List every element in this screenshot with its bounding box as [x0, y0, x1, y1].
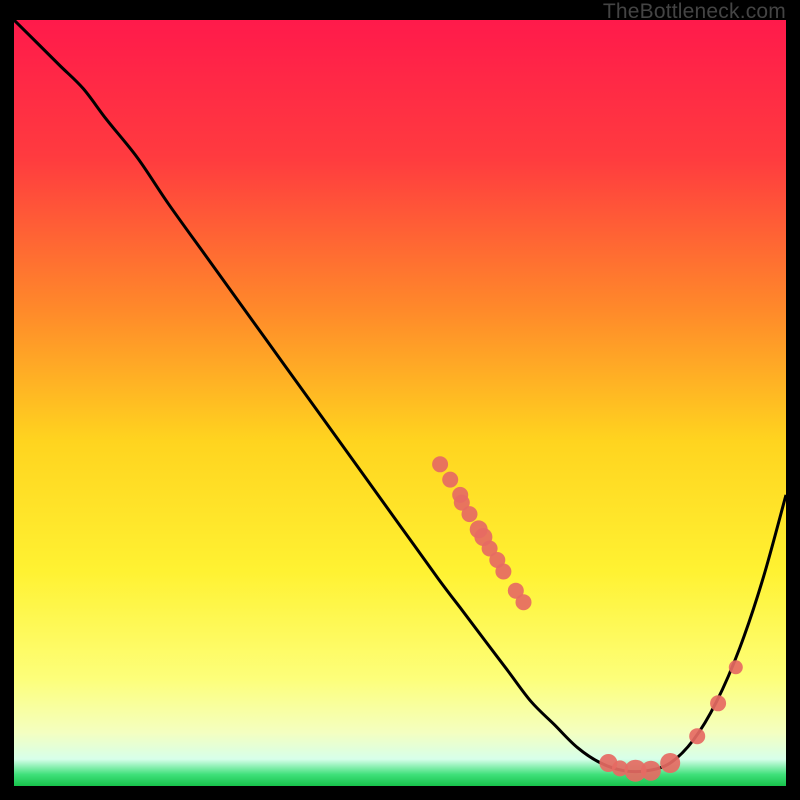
- chart-frame: [14, 20, 786, 786]
- data-marker: [660, 753, 680, 773]
- data-marker: [516, 594, 532, 610]
- watermark-text: TheBottleneck.com: [603, 0, 786, 24]
- data-marker: [462, 506, 478, 522]
- bottleneck-chart: [14, 20, 786, 786]
- data-marker: [710, 695, 726, 711]
- data-marker: [495, 564, 511, 580]
- data-marker: [442, 472, 458, 488]
- data-marker: [432, 456, 448, 472]
- gradient-background: [14, 20, 786, 786]
- data-marker: [729, 660, 743, 674]
- data-marker: [641, 761, 661, 781]
- data-marker: [689, 728, 705, 744]
